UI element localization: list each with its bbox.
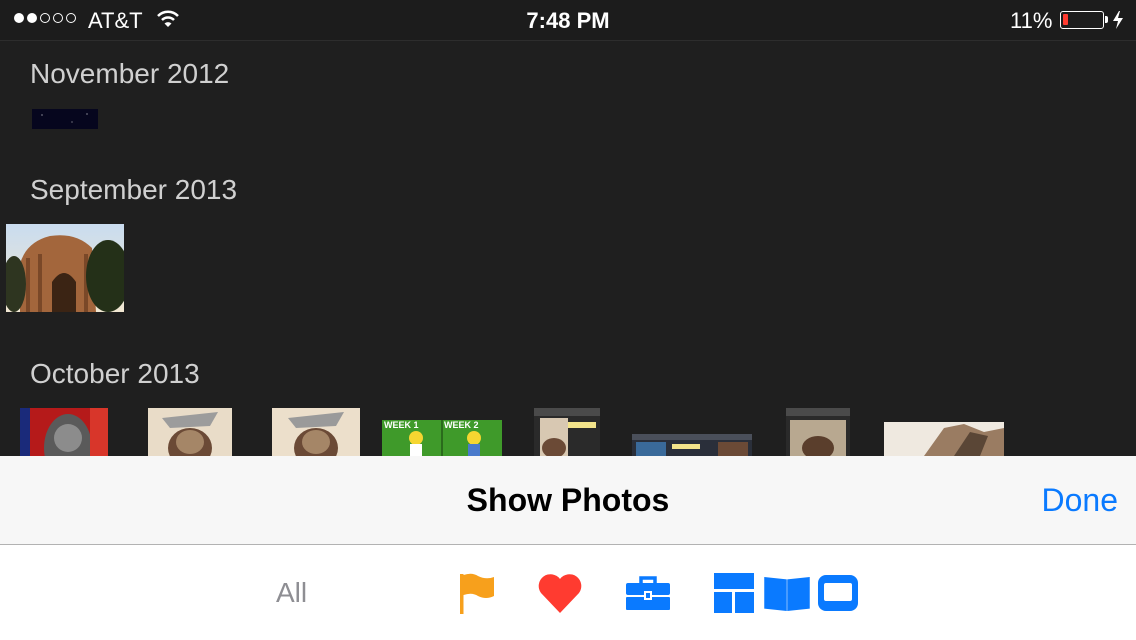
section-title-october-2013: October 2013 [30,358,200,389]
section-title-september-2013: September 2013 [30,174,238,205]
done-button[interactable]: Done [1042,482,1119,519]
photo-thumbnail[interactable] [534,408,600,456]
photo-thumbnail[interactable] [20,408,108,456]
heart-icon[interactable] [537,573,583,618]
sheet-header: Show Photos Done [0,456,1136,545]
photo-thumbnail[interactable]: WEEK 1 WEEK 2 [382,420,502,456]
photo-thumbnail[interactable] [6,224,124,312]
battery-percent: 11% [1010,8,1053,33]
book-icon[interactable] [764,575,810,616]
screen-icon[interactable] [818,573,858,618]
toolbox-icon[interactable] [624,575,672,616]
photo-thumbnail[interactable] [632,434,752,456]
filter-bar: All [0,545,1136,640]
photo-thumbnail[interactable] [32,109,98,129]
photo-thumbnail[interactable] [786,408,850,456]
photo-thumbnail[interactable] [148,408,232,456]
battery-icon [1060,11,1108,29]
filter-all-button[interactable]: All [276,577,307,609]
photo-thumbnail[interactable] [272,408,360,456]
status-time: 7:48 PM [526,8,610,33]
mosaic-icon[interactable] [714,573,754,618]
sheet-title: Show Photos [466,482,670,518]
photo-thumbnail[interactable] [884,422,1004,456]
flag-icon[interactable] [458,572,496,619]
charging-bolt-icon [1112,10,1124,35]
section-title-november-2012: November 2012 [30,58,230,89]
status-bar: AT&T 7:48 PM 11% [0,0,1136,41]
